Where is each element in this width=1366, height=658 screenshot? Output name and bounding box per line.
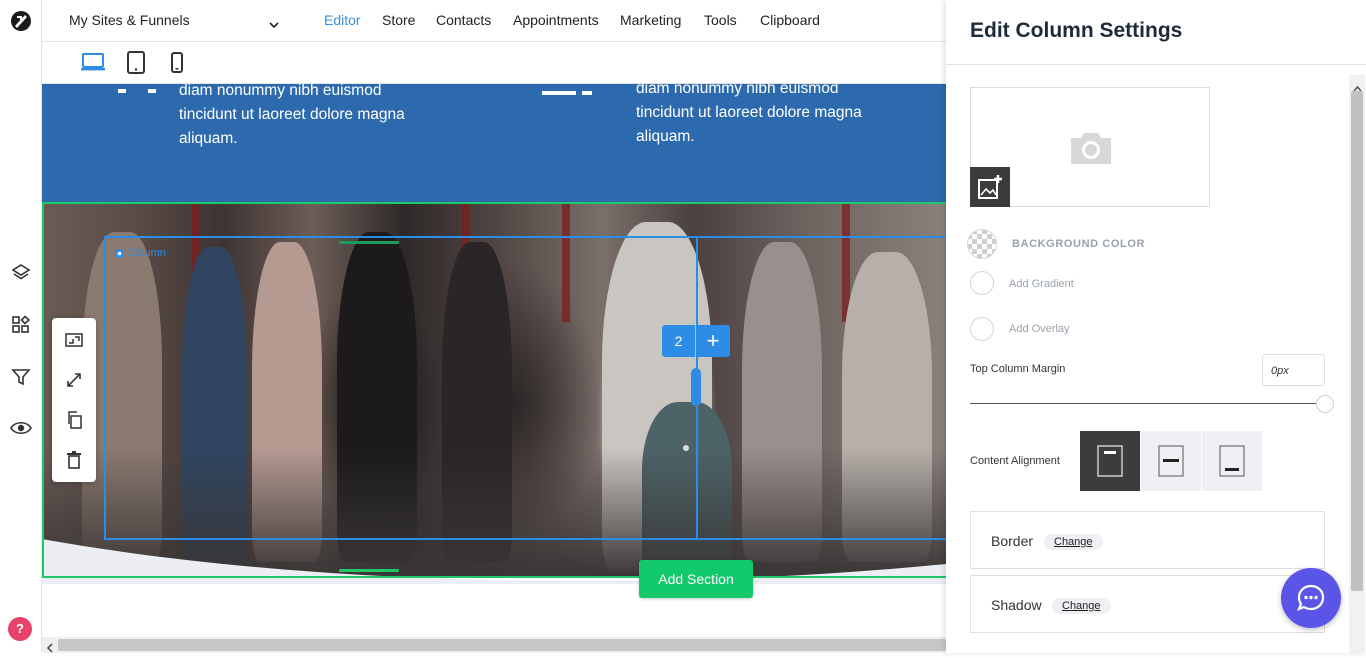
shadow-label: Shadow: [991, 597, 1042, 613]
border-change-button[interactable]: Change: [1044, 534, 1103, 550]
panel-divider: [946, 64, 1366, 65]
top-navigation: My Sites & Funnels Editor Store Contacts…: [42, 0, 946, 42]
delete-icon[interactable]: [64, 450, 84, 470]
preview-eye-icon[interactable]: [9, 416, 33, 440]
nav-tools[interactable]: Tools: [704, 12, 737, 28]
add-gradient-label[interactable]: Add Gradient: [1009, 278, 1074, 290]
gradient-swatch[interactable]: [970, 271, 994, 295]
overlay-swatch[interactable]: [970, 317, 994, 341]
panel-scroll-thumb[interactable]: [1351, 91, 1363, 591]
nav-appointments[interactable]: Appointments: [513, 12, 599, 28]
resize-icon[interactable]: [64, 370, 84, 390]
gear-icon: [115, 248, 124, 258]
border-setting-row: Border Change: [970, 511, 1325, 569]
nav-store[interactable]: Store: [382, 12, 415, 28]
top-margin-label: Top Column Margin: [970, 363, 1066, 375]
add-column-plus-icon[interactable]: +: [696, 325, 730, 357]
add-section-button[interactable]: Add Section: [639, 560, 753, 598]
chat-bubble-icon: [1297, 584, 1325, 611]
horizontal-scrollbar[interactable]: [42, 637, 946, 653]
desktop-icon[interactable]: [80, 51, 106, 78]
panel-title: Edit Column Settings: [970, 19, 1183, 42]
section-bottom-handle[interactable]: [339, 569, 399, 572]
widgets-icon[interactable]: [9, 313, 33, 337]
feature-text-left[interactable]: diam nonummy nibh euismod tincidunt ut l…: [179, 84, 429, 151]
background-color-swatch[interactable]: [967, 229, 997, 259]
column-selection-outline[interactable]: [104, 236, 946, 540]
help-button[interactable]: ?: [8, 617, 32, 641]
chevron-down-icon: [269, 16, 279, 32]
shadow-setting-row: Shadow Change: [970, 575, 1325, 633]
background-image-icon[interactable]: [64, 330, 84, 350]
nav-editor[interactable]: Editor: [324, 12, 361, 28]
left-rail: [0, 0, 42, 653]
add-image-button[interactable]: [970, 167, 1010, 207]
content-alignment-label: Content Alignment: [970, 455, 1060, 467]
column-label[interactable]: Column: [114, 247, 166, 259]
column-count: 2: [662, 325, 696, 357]
panel-vertical-scrollbar[interactable]: [1349, 75, 1365, 653]
nav-marketing[interactable]: Marketing: [620, 12, 681, 28]
horizontal-scroll-thumb[interactable]: [58, 639, 946, 651]
background-color-label: BACKGROUND COLOR: [1012, 238, 1146, 250]
brand-logo-icon[interactable]: [9, 9, 33, 33]
scroll-left-arrow-icon[interactable]: [46, 640, 54, 658]
tablet-icon[interactable]: [126, 51, 146, 80]
nav-contacts[interactable]: Contacts: [436, 12, 491, 28]
align-middle-button[interactable]: [1141, 431, 1201, 491]
align-middle-icon: [1158, 445, 1184, 477]
align-top-icon: [1097, 445, 1123, 477]
chat-widget-button[interactable]: [1281, 568, 1341, 628]
top-margin-input[interactable]: 0px: [1262, 354, 1325, 386]
funnel-icon[interactable]: [9, 365, 33, 389]
feature-text-right[interactable]: diam nonummy nibh euismod tincidunt ut l…: [636, 84, 886, 149]
feature-icon-left: [118, 84, 158, 102]
column-resize-handle[interactable]: [691, 368, 701, 406]
shadow-change-button[interactable]: Change: [1052, 598, 1111, 614]
section-top-handle[interactable]: [339, 241, 399, 244]
camera-icon: [1069, 130, 1113, 171]
feature-icon-right: [542, 84, 594, 102]
column-center-dot: [683, 445, 689, 451]
add-image-icon: [978, 175, 1002, 199]
mobile-icon[interactable]: [170, 52, 184, 79]
site-selector-label: My Sites & Funnels: [69, 12, 190, 28]
site-selector[interactable]: My Sites & Funnels: [69, 12, 279, 29]
column-settings-panel: Edit Column Settings BACKGROUND COLOR Ad…: [946, 0, 1366, 653]
column-label-text: Column: [128, 247, 166, 259]
device-toolbar: [42, 42, 946, 84]
editor-canvas[interactable]: diam nonummy nibh euismod tincidunt ut l…: [42, 84, 946, 637]
top-margin-slider-track[interactable]: [970, 403, 1324, 404]
align-bottom-button[interactable]: [1202, 431, 1262, 491]
align-bottom-icon: [1219, 445, 1245, 477]
top-margin-slider-knob[interactable]: [1316, 395, 1334, 413]
align-top-button[interactable]: [1080, 431, 1140, 491]
border-label: Border: [991, 533, 1034, 549]
features-section[interactable]: diam nonummy nibh euismod tincidunt ut l…: [42, 84, 946, 202]
add-overlay-label[interactable]: Add Overlay: [1009, 323, 1070, 335]
column-count-control[interactable]: 2 +: [662, 325, 730, 357]
duplicate-icon[interactable]: [64, 410, 84, 430]
nav-clipboard[interactable]: Clipboard: [760, 12, 820, 28]
layers-icon[interactable]: [9, 261, 33, 285]
column-toolbox: [52, 318, 96, 482]
